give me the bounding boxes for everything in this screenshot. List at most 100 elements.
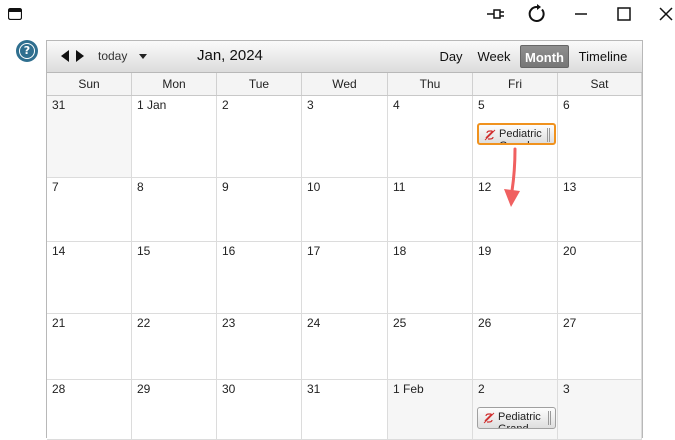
window-icon	[6, 3, 24, 25]
day-cell[interactable]: 18	[388, 242, 473, 314]
day-number: 29	[137, 382, 151, 396]
resize-grip-icon[interactable]	[548, 411, 551, 425]
repeat-off-icon	[484, 129, 496, 141]
day-cell[interactable]: 8	[132, 178, 217, 242]
day-number: 28	[52, 382, 66, 396]
day-cell[interactable]: 7	[47, 178, 132, 242]
day-number: 7	[52, 180, 59, 194]
day-number: 22	[137, 316, 151, 330]
resize-grip-icon[interactable]	[547, 128, 550, 142]
day-number: 24	[307, 316, 321, 330]
day-number: 2	[478, 382, 485, 396]
day-number: 23	[222, 316, 236, 330]
day-number: 21	[52, 316, 66, 330]
prev-arrow-icon[interactable]	[61, 50, 69, 62]
day-cell[interactable]: 11	[388, 178, 473, 242]
day-cell[interactable]: 25	[388, 314, 473, 380]
calendar-toolbar: today Jan, 2024 Day Week Month Timeline	[47, 41, 642, 73]
day-number: 13	[563, 180, 577, 194]
day-cell[interactable]: 19	[473, 242, 558, 314]
day-cell[interactable]: 4	[388, 96, 473, 178]
day-cell[interactable]: 10	[302, 178, 388, 242]
weekday-tue: Tue	[217, 73, 302, 95]
day-cell[interactable]: 22	[132, 314, 217, 380]
day-cell[interactable]: 12	[473, 178, 558, 242]
day-cell[interactable]: 29	[132, 380, 217, 440]
day-cell[interactable]: 27	[558, 314, 642, 380]
today-button[interactable]: today	[98, 49, 127, 63]
day-cell[interactable]: 30	[217, 380, 302, 440]
day-number: 31	[307, 382, 321, 396]
day-number: 11	[393, 180, 406, 194]
day-cell[interactable]: 28	[47, 380, 132, 440]
month-title: Jan, 2024	[197, 47, 263, 64]
day-number: 4	[393, 98, 400, 112]
day-number: 17	[307, 244, 321, 258]
tab-month[interactable]: Month	[520, 45, 569, 68]
pin-icon[interactable]	[485, 3, 507, 25]
close-icon[interactable]	[656, 3, 675, 25]
weekday-header: Sun Mon Tue Wed Thu Fri Sat	[47, 73, 642, 96]
day-number: 5	[478, 98, 485, 112]
day-cell[interactable]: 2 Pediatric Grand	[473, 380, 558, 440]
day-cell[interactable]: 21	[47, 314, 132, 380]
day-number: 15	[137, 244, 151, 258]
weekday-sun: Sun	[47, 73, 132, 95]
day-number: 18	[393, 244, 407, 258]
weekday-mon: Mon	[132, 73, 217, 95]
day-cell[interactable]: 3	[558, 380, 642, 440]
day-number: 10	[307, 180, 321, 194]
day-cell[interactable]: 31	[302, 380, 388, 440]
day-cell[interactable]: 16	[217, 242, 302, 314]
weekday-fri: Fri	[473, 73, 558, 95]
weekday-wed: Wed	[302, 73, 388, 95]
next-arrow-icon[interactable]	[76, 50, 84, 62]
day-cell[interactable]: 5 Pediatric Grand	[473, 96, 558, 178]
day-cell[interactable]: 31	[47, 96, 132, 178]
question-circle-icon[interactable]: ?	[16, 40, 38, 62]
day-number: 2	[222, 98, 229, 112]
day-cell[interactable]: 13	[558, 178, 642, 242]
day-cell[interactable]: 15	[132, 242, 217, 314]
tab-timeline[interactable]: Timeline	[574, 45, 632, 68]
day-cell[interactable]: 3	[302, 96, 388, 178]
day-number: 12	[478, 180, 492, 194]
day-number: 14	[52, 244, 66, 258]
day-number: 8	[137, 180, 144, 194]
day-cell[interactable]: 23	[217, 314, 302, 380]
day-number: 1 Jan	[137, 98, 167, 112]
tab-day[interactable]: Day	[435, 45, 467, 68]
day-cell[interactable]: 17	[302, 242, 388, 314]
day-cell[interactable]: 1 Feb	[388, 380, 473, 440]
day-cell[interactable]: 20	[558, 242, 642, 314]
day-number: 1 Feb	[393, 382, 424, 396]
day-cell[interactable]: 6	[558, 96, 642, 178]
day-number: 20	[563, 244, 577, 258]
maximize-icon[interactable]	[614, 3, 634, 25]
event-title: Pediatric Grand	[499, 128, 542, 143]
calendar: today Jan, 2024 Day Week Month Timeline …	[46, 40, 643, 440]
chevron-down-icon[interactable]	[139, 54, 147, 59]
weekday-sat: Sat	[558, 73, 642, 95]
day-number: 3	[563, 382, 570, 396]
day-number: 25	[393, 316, 407, 330]
day-cell[interactable]: 9	[217, 178, 302, 242]
day-cell[interactable]: 2	[217, 96, 302, 178]
day-cell[interactable]: 24	[302, 314, 388, 380]
tab-week[interactable]: Week	[475, 45, 513, 68]
day-number: 19	[478, 244, 492, 258]
day-cell[interactable]: 26	[473, 314, 558, 380]
day-number: 26	[478, 316, 492, 330]
day-cell[interactable]: 14	[47, 242, 132, 314]
day-number: 27	[563, 316, 577, 330]
minimize-icon[interactable]	[571, 3, 591, 25]
day-cell[interactable]: 1 Jan	[132, 96, 217, 178]
calendar-event[interactable]: Pediatric Grand	[477, 123, 556, 145]
day-number: 31	[52, 98, 66, 112]
day-number: 30	[222, 382, 236, 396]
refresh-icon[interactable]	[526, 3, 548, 25]
calendar-event[interactable]: Pediatric Grand	[477, 407, 556, 429]
repeat-off-icon	[483, 412, 495, 424]
title-bar	[0, 0, 675, 30]
weekday-thu: Thu	[388, 73, 473, 95]
